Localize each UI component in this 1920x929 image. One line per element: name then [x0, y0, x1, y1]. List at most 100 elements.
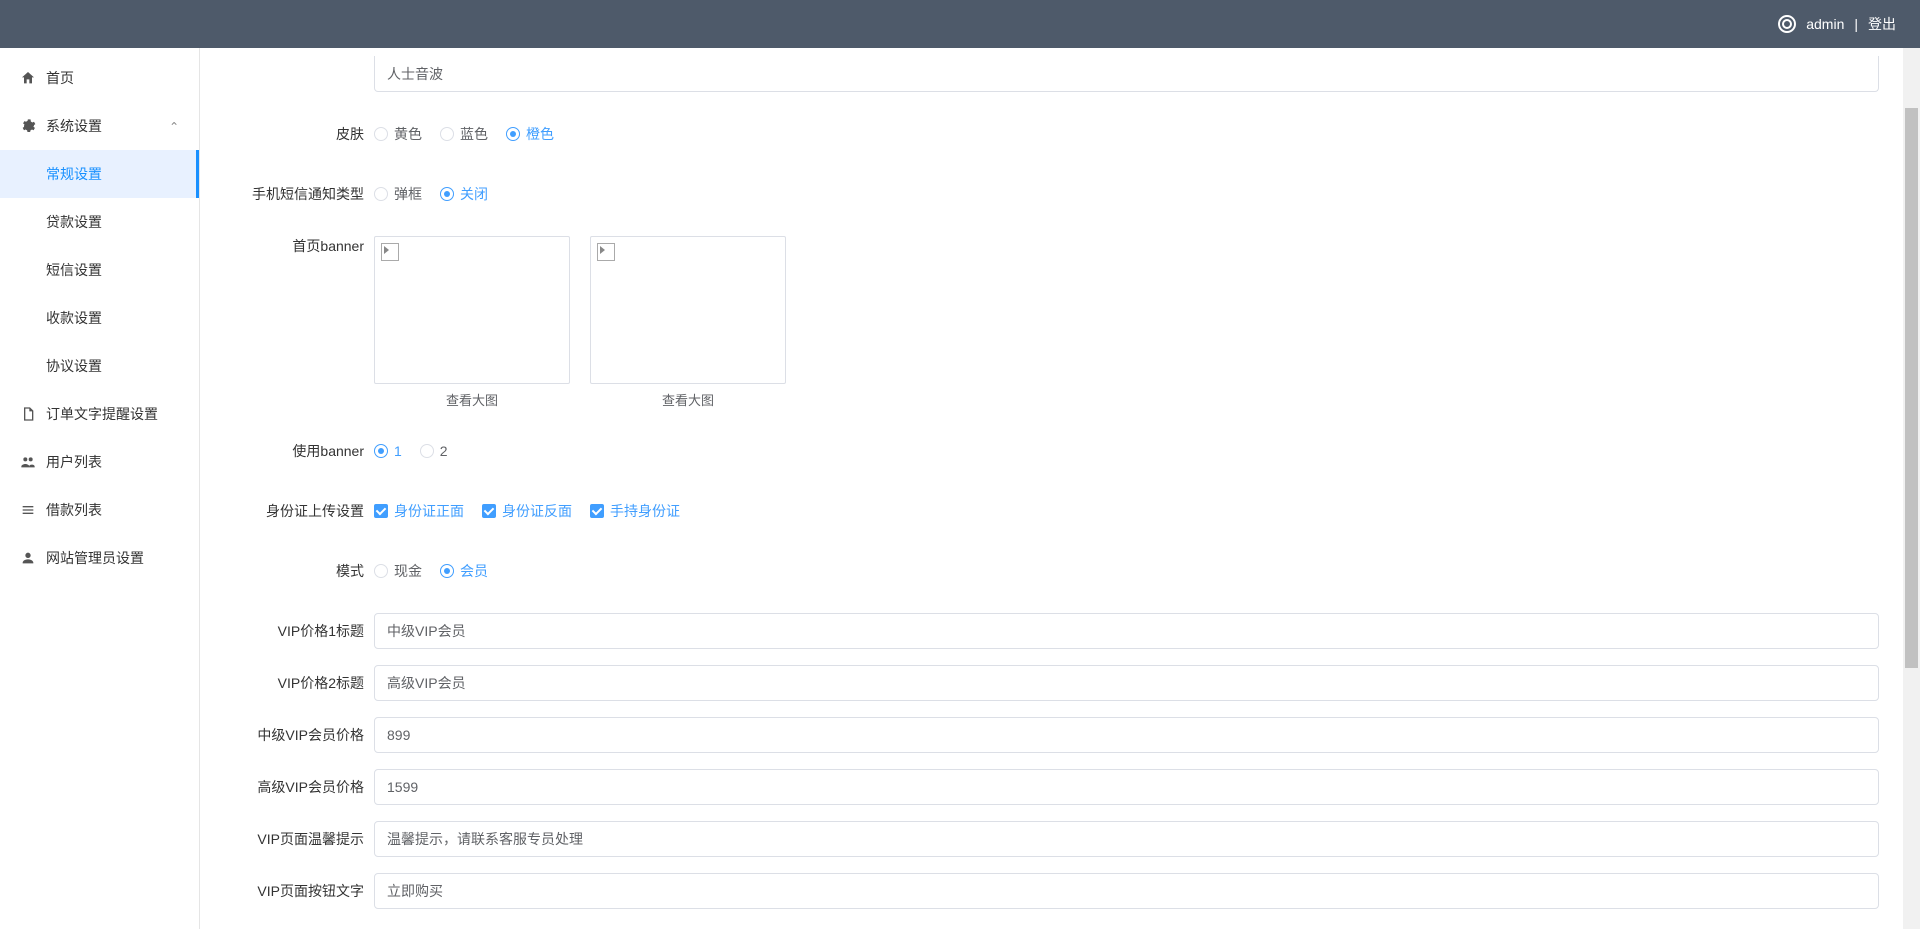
document-icon: [20, 406, 36, 422]
radio-label: 蓝色: [460, 124, 488, 144]
sidebar-item-label: 用户列表: [46, 452, 102, 472]
checkbox-label: 身份证反面: [502, 501, 572, 521]
checkbox-id-back[interactable]: 身份证反面: [482, 501, 572, 521]
form-row-mid-vip-price: 中级VIP会员价格: [224, 717, 1879, 753]
cutoff-input[interactable]: 人士音波: [374, 56, 1879, 92]
header-separator: |: [1854, 16, 1858, 32]
view-large-link-1[interactable]: 查看大图: [446, 390, 498, 409]
radio-skin-yellow[interactable]: 黄色: [374, 124, 422, 144]
sidebar-item-label: 订单文字提醒设置: [46, 404, 158, 424]
sidebar: 首页 系统设置 ⌄ 常规设置 贷款设置 短信设置: [0, 48, 200, 929]
sidebar-item-sms-settings[interactable]: 短信设置: [0, 246, 199, 294]
sidebar-item-label: 协议设置: [46, 356, 102, 376]
radio-label: 会员: [460, 561, 488, 581]
broken-image-icon: [597, 243, 615, 261]
broken-image-icon: [381, 243, 399, 261]
sidebar-item-payment-settings[interactable]: 收款设置: [0, 294, 199, 342]
header-bar: admin | 登出: [0, 0, 1920, 48]
form-row-cutoff: 人士音波: [224, 56, 1879, 92]
radio-skin-blue[interactable]: 蓝色: [440, 124, 488, 144]
checkbox-id-front[interactable]: 身份证正面: [374, 501, 464, 521]
sidebar-item-label: 网站管理员设置: [46, 548, 144, 568]
sidebar-item-label: 系统设置: [46, 116, 102, 136]
label-high-vip-price: 高级VIP会员价格: [224, 769, 374, 805]
label-mid-vip-price: 中级VIP会员价格: [224, 717, 374, 753]
radio-use-banner-1[interactable]: 1: [374, 443, 402, 459]
sidebar-item-label: 短信设置: [46, 260, 102, 280]
form-row-vip-title1: VIP价格1标题: [224, 613, 1879, 649]
sidebar-item-order-reminder[interactable]: 订单文字提醒设置: [0, 390, 199, 438]
input-vip-title2[interactable]: [374, 665, 1879, 701]
radio-label: 橙色: [526, 124, 554, 144]
banner-item-1: 查看大图: [374, 236, 570, 409]
radio-mode-cash[interactable]: 现金: [374, 561, 422, 581]
input-vip-title1[interactable]: [374, 613, 1879, 649]
form-row-banner: 首页banner 查看大图 查看大图: [224, 236, 1879, 409]
input-vip-tip[interactable]: [374, 821, 1879, 857]
form-row-vip-tip: VIP页面温馨提示: [224, 821, 1879, 857]
label-mode: 模式: [224, 553, 374, 589]
radio-skin-orange[interactable]: 橙色: [506, 124, 554, 144]
input-vip-btn-text[interactable]: [374, 873, 1879, 909]
list-icon: [20, 502, 36, 518]
person-icon: [20, 550, 36, 566]
form-row-vip-btn-text: VIP页面按钮文字: [224, 873, 1879, 909]
label-sms-notify: 手机短信通知类型: [224, 176, 374, 212]
form-panel: 人士音波 皮肤 黄色 蓝色 橙色 手机短信通知类型: [200, 48, 1903, 929]
scrollbar-track[interactable]: [1903, 48, 1920, 929]
input-high-vip-price[interactable]: [374, 769, 1879, 805]
logout-link[interactable]: 登出: [1868, 14, 1896, 34]
label-vip-title2: VIP价格2标题: [224, 665, 374, 701]
form-row-vip-title2: VIP价格2标题: [224, 665, 1879, 701]
banner-image-2[interactable]: [590, 236, 786, 384]
view-large-link-2[interactable]: 查看大图: [662, 390, 714, 409]
label-use-banner: 使用banner: [224, 433, 374, 469]
label-banner: 首页banner: [224, 236, 374, 256]
label-vip-title1: VIP价格1标题: [224, 613, 374, 649]
form-row-sms-notify: 手机短信通知类型 弹框 关闭: [224, 176, 1879, 212]
radio-sms-off[interactable]: 关闭: [440, 184, 488, 204]
sidebar-item-admin-settings[interactable]: 网站管理员设置: [0, 534, 199, 582]
radio-sms-popup[interactable]: 弹框: [374, 184, 422, 204]
sidebar-item-user-list[interactable]: 用户列表: [0, 438, 199, 486]
sidebar-item-loan-list[interactable]: 借款列表: [0, 486, 199, 534]
checkbox-label: 身份证正面: [394, 501, 464, 521]
checkbox-id-hand[interactable]: 手持身份证: [590, 501, 680, 521]
label-vip-btn-text: VIP页面按钮文字: [224, 873, 374, 909]
sidebar-item-label: 贷款设置: [46, 212, 102, 232]
label-vip-tip: VIP页面温馨提示: [224, 821, 374, 857]
user-avatar-icon: [1778, 15, 1796, 33]
sidebar-item-home[interactable]: 首页: [0, 54, 199, 102]
label-skin: 皮肤: [224, 116, 374, 152]
form-row-id-upload: 身份证上传设置 身份证正面 身份证反面 手持身份证: [224, 493, 1879, 529]
sidebar-item-general-settings[interactable]: 常规设置: [0, 150, 199, 198]
radio-label: 关闭: [460, 184, 488, 204]
home-icon: [20, 70, 36, 86]
radio-label: 黄色: [394, 124, 422, 144]
chevron-down-icon: ⌄: [169, 119, 179, 133]
sidebar-item-system-settings[interactable]: 系统设置 ⌄: [0, 102, 199, 150]
sidebar-item-label: 借款列表: [46, 500, 102, 520]
form-row-skin: 皮肤 黄色 蓝色 橙色: [224, 116, 1879, 152]
radio-label: 现金: [394, 561, 422, 581]
input-mid-vip-price[interactable]: [374, 717, 1879, 753]
form-row-use-banner: 使用banner 1 2: [224, 433, 1879, 469]
sidebar-item-label: 收款设置: [46, 308, 102, 328]
sidebar-item-label: 首页: [46, 68, 74, 88]
sidebar-submenu-system: 常规设置 贷款设置 短信设置 收款设置 协议设置: [0, 150, 199, 390]
radio-use-banner-2[interactable]: 2: [420, 443, 448, 459]
label-id-upload: 身份证上传设置: [224, 493, 374, 529]
sidebar-item-label: 常规设置: [46, 164, 102, 184]
main-content: 人士音波 皮肤 黄色 蓝色 橙色 手机短信通知类型: [200, 48, 1920, 929]
radio-label: 弹框: [394, 184, 422, 204]
sidebar-item-loan-settings[interactable]: 贷款设置: [0, 198, 199, 246]
banner-image-1[interactable]: [374, 236, 570, 384]
sidebar-item-agreement-settings[interactable]: 协议设置: [0, 342, 199, 390]
gear-icon: [20, 118, 36, 134]
form-row-mode: 模式 现金 会员: [224, 553, 1879, 589]
username-label[interactable]: admin: [1806, 16, 1844, 32]
checkbox-label: 手持身份证: [610, 501, 680, 521]
radio-mode-member[interactable]: 会员: [440, 561, 488, 581]
scrollbar-thumb[interactable]: [1905, 108, 1918, 668]
radio-label: 1: [394, 443, 402, 459]
